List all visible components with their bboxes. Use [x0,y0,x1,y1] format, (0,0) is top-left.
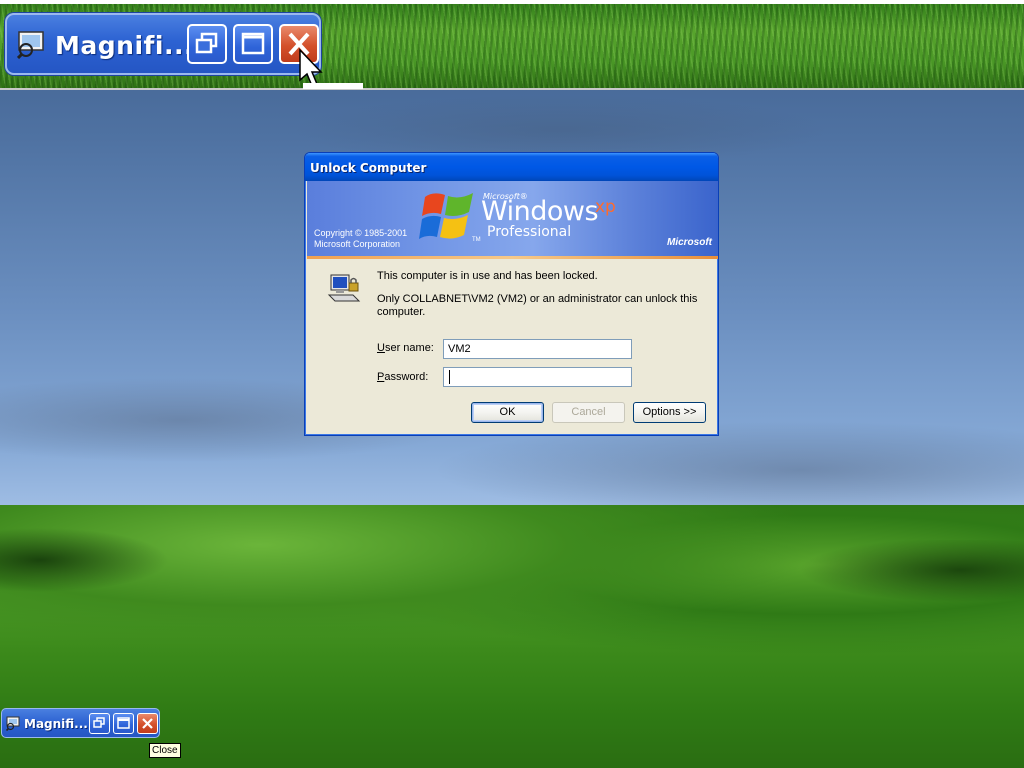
cancel-button[interactable]: Cancel [552,402,625,423]
magnified-toolbar-title: Magnifi... [55,31,194,60]
banner-accent-stripe [307,256,718,259]
magnifier-toolbar-title: Magnifi... [24,717,88,731]
wallpaper-shadow-right [700,540,1024,610]
unlock-computer-dialog: Unlock Computer Microsoft® Windows xp Pr… [304,152,719,436]
username-label: User name: [377,342,434,354]
magnifier-toolbar[interactable]: Magnifi... [1,708,160,738]
magnified-maximize-button [233,24,273,64]
magnifier-view-pane: Magnifi... [0,0,1024,90]
windows-wordmark: Windows [481,196,599,227]
ok-button[interactable]: OK [471,402,544,423]
edition-label: Professional [487,224,572,240]
windows-xp-banner: Microsoft® Windows xp Professional TM Co… [307,181,718,258]
xp-wordmark: xp [595,197,616,217]
trademark-mark: TM [472,237,481,243]
close-button[interactable] [137,713,158,734]
password-input[interactable] [443,367,632,387]
password-label-text: assword: [384,371,429,383]
microsoft-logo: Microsoft [667,237,712,248]
locked-computer-icon [327,274,361,302]
restore-icon [195,32,218,54]
windows-flag-logo [419,193,473,239]
username-label-text: ser name: [384,342,434,354]
wallpaper-shadow-left [0,520,300,600]
restore-button[interactable] [89,713,110,734]
dialog-titlebar[interactable]: Unlock Computer [305,153,718,181]
password-label: Password: [377,371,428,383]
maximize-icon [117,717,130,729]
magnifier-app-icon [6,716,20,731]
copyright-line-2: Microsoft Corporation [314,239,401,249]
username-input[interactable] [443,339,632,359]
magnifier-app-icon [17,31,44,59]
magnified-magnifier-toolbar: Magnifi... [5,13,321,75]
restore-icon [93,717,105,728]
copyright-line-1: Copyright © 1985-2001 [314,228,408,238]
copyright-notice: Copyright © 1985-2001 Microsoft Corporat… [314,228,407,250]
unlock-permission-message: Only COLLABNET\VM2 (VM2) or an administr… [377,293,698,318]
close-icon [142,718,153,729]
options-button[interactable]: Options >> [633,402,706,423]
magnified-restore-button [187,24,227,64]
maximize-icon [241,32,265,55]
dialog-title: Unlock Computer [310,161,427,175]
magnified-tooltip-fragment [303,83,363,89]
locked-message: This computer is in use and has been loc… [377,270,598,282]
maximize-button[interactable] [113,713,134,734]
text-caret [449,370,450,384]
username-label-accel: U [377,342,385,354]
close-tooltip: Close [149,743,181,758]
